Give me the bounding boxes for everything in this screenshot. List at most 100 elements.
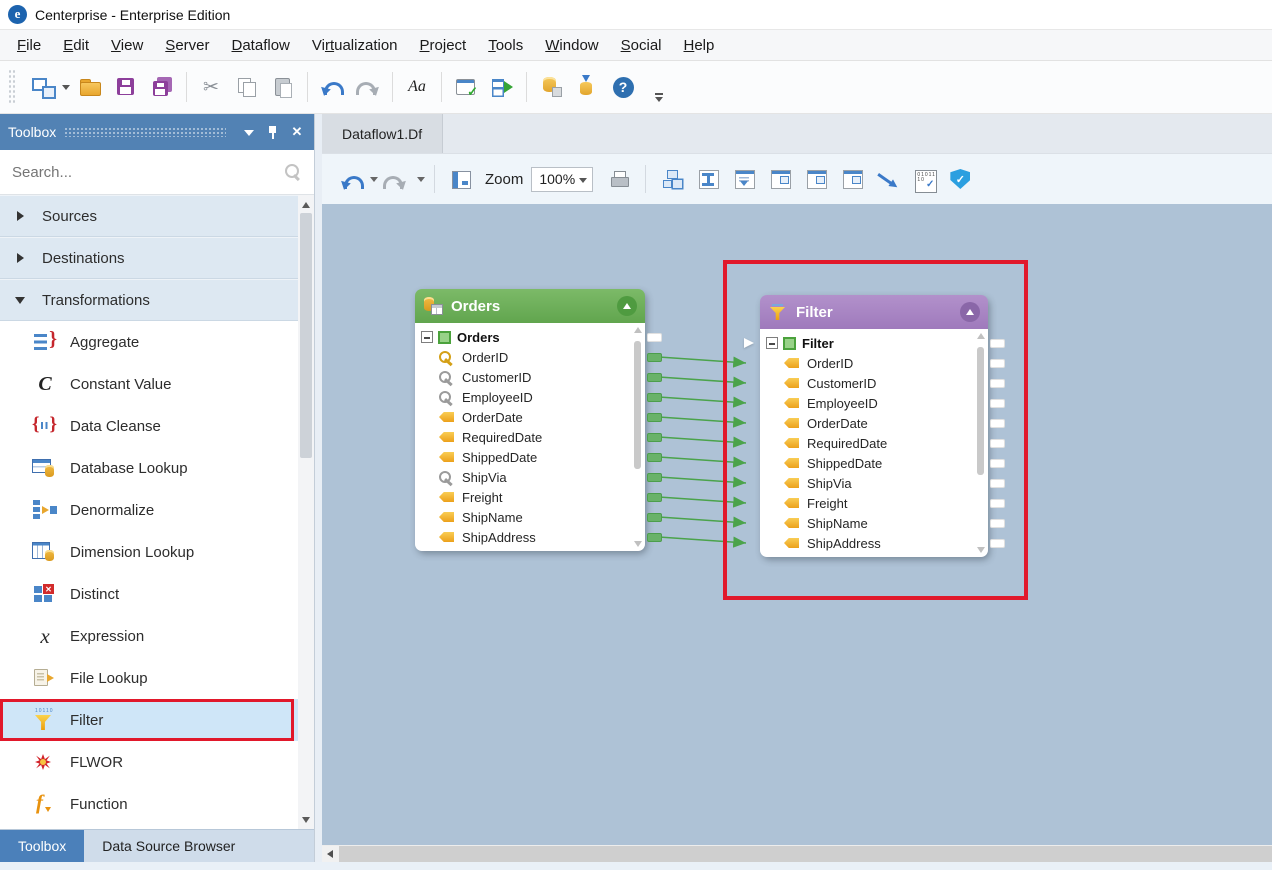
field-row[interactable]: CustomerID bbox=[415, 367, 645, 387]
scrollbar-thumb[interactable] bbox=[634, 341, 641, 469]
expand-node-button[interactable] bbox=[800, 164, 832, 194]
field-row[interactable]: EmployeeID bbox=[760, 393, 988, 413]
field-row[interactable]: EmployeeID bbox=[415, 387, 645, 407]
field-row[interactable]: ShipVia bbox=[415, 467, 645, 487]
field-row[interactable]: OrderDate bbox=[760, 413, 988, 433]
toolbox-item-expression[interactable]: Expression bbox=[0, 615, 298, 657]
field-row[interactable]: ShippedDate bbox=[415, 447, 645, 467]
deploy-button[interactable] bbox=[569, 68, 605, 106]
search-icon[interactable] bbox=[284, 163, 302, 181]
field-row[interactable]: RequiredDate bbox=[760, 433, 988, 453]
open-button[interactable] bbox=[72, 68, 108, 106]
database-button[interactable] bbox=[533, 68, 569, 106]
toolbar-overflow-button[interactable] bbox=[655, 93, 663, 102]
expander-minus-icon[interactable] bbox=[766, 337, 778, 349]
save-all-button[interactable] bbox=[144, 68, 180, 106]
canvas-horizontal-scrollbar[interactable] bbox=[322, 845, 1272, 862]
toolbox-section-sources[interactable]: Sources bbox=[0, 195, 298, 237]
collapse-button[interactable] bbox=[960, 302, 980, 322]
field-row[interactable]: ShipName bbox=[415, 507, 645, 527]
filter-node-header[interactable]: Filter bbox=[760, 295, 988, 329]
print-button[interactable] bbox=[603, 164, 635, 194]
toolbar-drag-handle[interactable] bbox=[8, 69, 16, 105]
toolbox-search-input[interactable] bbox=[12, 164, 284, 181]
toolbox-item-function[interactable]: Function bbox=[0, 783, 298, 825]
node-scrollbar[interactable] bbox=[633, 327, 642, 547]
expand-collapse-button[interactable] bbox=[728, 164, 760, 194]
menu-dataflow[interactable]: Dataflow bbox=[221, 30, 301, 60]
menu-server[interactable]: Server bbox=[154, 30, 220, 60]
toolbox-item-data-cleanse[interactable]: Data Cleanse bbox=[0, 405, 298, 447]
scrollbar-track[interactable] bbox=[339, 846, 1272, 862]
toolbox-menu-dropdown-icon[interactable] bbox=[240, 123, 258, 141]
zoom-select[interactable]: 100% bbox=[531, 167, 593, 192]
new-dataflow-button[interactable] bbox=[24, 68, 60, 106]
field-row[interactable]: OrderDate bbox=[415, 407, 645, 427]
toolbox-item-file-lookup[interactable]: File Lookup bbox=[0, 657, 298, 699]
undo-button[interactable] bbox=[314, 68, 350, 106]
field-row[interactable]: ShipVia bbox=[760, 473, 988, 493]
canvas-undo-button[interactable] bbox=[334, 164, 366, 194]
scroll-down-icon[interactable] bbox=[298, 811, 314, 827]
scrollbar-thumb[interactable] bbox=[977, 347, 984, 475]
scroll-up-icon[interactable] bbox=[298, 197, 314, 213]
redo-button[interactable] bbox=[350, 68, 386, 106]
copy-button[interactable] bbox=[229, 68, 265, 106]
preview-data-button[interactable] bbox=[908, 164, 940, 194]
paste-button[interactable] bbox=[265, 68, 301, 106]
canvas-redo-button[interactable] bbox=[381, 164, 413, 194]
collapse-button[interactable] bbox=[617, 296, 637, 316]
toolbox-item-dimension-lookup[interactable]: Dimension Lookup bbox=[0, 531, 298, 573]
field-row[interactable]: Freight bbox=[760, 493, 988, 513]
run-button[interactable] bbox=[484, 68, 520, 106]
toolbox-pin-icon[interactable] bbox=[264, 123, 282, 141]
font-button[interactable] bbox=[399, 68, 435, 106]
scroll-left-icon[interactable] bbox=[322, 846, 339, 862]
expand-all-nodes-button[interactable] bbox=[836, 164, 868, 194]
toolbox-close-icon[interactable] bbox=[288, 123, 306, 141]
expander-minus-icon[interactable] bbox=[421, 331, 433, 343]
field-row[interactable]: OrderID bbox=[415, 347, 645, 367]
toolbox-section-destinations[interactable]: Destinations bbox=[0, 237, 298, 279]
canvas-undo-dropdown[interactable] bbox=[368, 164, 379, 194]
dataflow-canvas[interactable]: Orders Orders bbox=[322, 204, 1272, 845]
auto-layout-tree-button[interactable] bbox=[692, 164, 724, 194]
cut-button[interactable] bbox=[193, 68, 229, 106]
help-button[interactable] bbox=[605, 68, 641, 106]
panel-tab-toolbox[interactable]: Toolbox bbox=[0, 830, 84, 862]
show-ports-button[interactable] bbox=[764, 164, 796, 194]
toolbox-item-aggregate[interactable]: Aggregate bbox=[0, 321, 298, 363]
menu-help[interactable]: Help bbox=[673, 30, 726, 60]
field-row[interactable]: ShipName bbox=[760, 513, 988, 533]
field-row[interactable]: CustomerID bbox=[760, 373, 988, 393]
toolbox-item-filter[interactable]: Filter bbox=[0, 699, 298, 741]
menu-edit[interactable]: Edit bbox=[52, 30, 100, 60]
link-tool-button[interactable] bbox=[872, 164, 904, 194]
validate-button[interactable] bbox=[448, 68, 484, 106]
toolbox-item-database-lookup[interactable]: Database Lookup bbox=[0, 447, 298, 489]
field-row[interactable]: ShipAddress bbox=[760, 533, 988, 553]
doc-tab-dataflow1[interactable]: Dataflow1.Df bbox=[322, 114, 443, 153]
field-row[interactable]: RequiredDate bbox=[415, 427, 645, 447]
panel-tab-data-source-browser[interactable]: Data Source Browser bbox=[84, 830, 253, 862]
toolbox-item-distinct[interactable]: Distinct bbox=[0, 573, 298, 615]
menu-social[interactable]: Social bbox=[610, 30, 673, 60]
menu-view[interactable]: View bbox=[100, 30, 154, 60]
field-row[interactable]: Freight bbox=[415, 487, 645, 507]
orders-node[interactable]: Orders Orders bbox=[415, 289, 645, 551]
toolbox-section-transformations[interactable]: Transformations bbox=[0, 279, 298, 321]
field-row[interactable]: ShipAddress bbox=[415, 527, 645, 547]
diagram-options-button[interactable] bbox=[445, 164, 477, 194]
menu-tools[interactable]: Tools bbox=[477, 30, 534, 60]
field-row[interactable]: ShippedDate bbox=[760, 453, 988, 473]
filter-node[interactable]: Filter Filter bbox=[760, 295, 988, 557]
menu-project[interactable]: Project bbox=[409, 30, 478, 60]
node-scrollbar[interactable] bbox=[976, 333, 985, 553]
auto-layout-horizontal-button[interactable] bbox=[656, 164, 688, 194]
field-row[interactable]: OrderID bbox=[760, 353, 988, 373]
toolbox-header[interactable]: Toolbox bbox=[0, 114, 314, 150]
toolbox-item-denormalize[interactable]: Denormalize bbox=[0, 489, 298, 531]
toolbox-item-constant-value[interactable]: Constant Value bbox=[0, 363, 298, 405]
menu-window[interactable]: Window bbox=[534, 30, 609, 60]
menu-file[interactable]: File bbox=[6, 30, 52, 60]
